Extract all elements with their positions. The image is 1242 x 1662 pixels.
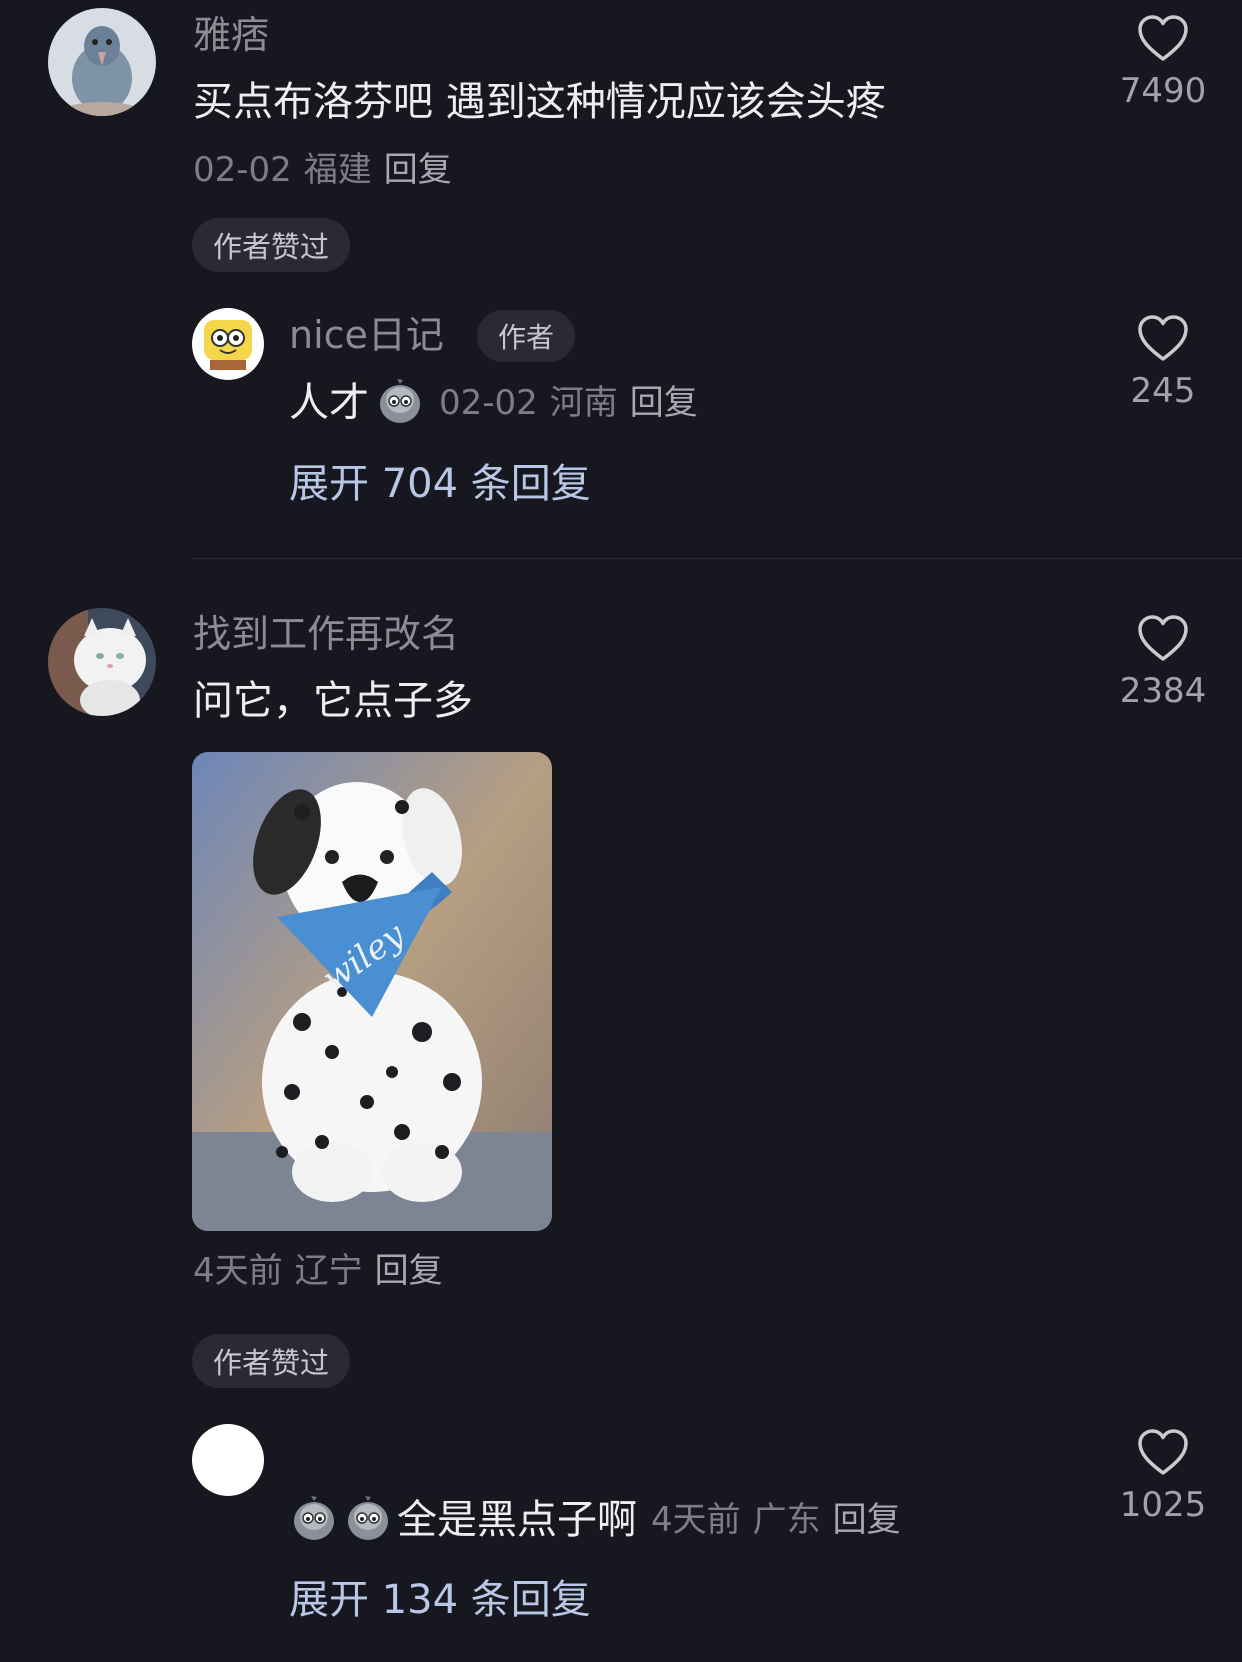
like-button[interactable]: 245: [1103, 314, 1223, 408]
avatar-yapi[interactable]: [48, 8, 156, 116]
sub-reply-content: 人才: [289, 380, 369, 426]
heart-outline-icon: [1138, 615, 1188, 661]
reply-button[interactable]: 回复: [630, 383, 698, 423]
comment-content: 买点布洛芬吧 遇到这种情况应该会头疼: [193, 79, 886, 125]
sub-reply-location: 河南: [549, 383, 618, 423]
sub-reply-username[interactable]: nice日记: [289, 316, 444, 354]
heart-outline-icon: [1138, 315, 1188, 361]
comment-location: 福建: [303, 150, 372, 190]
author-tag: 作者: [477, 310, 575, 362]
avatar-find-job[interactable]: [48, 608, 156, 716]
sub-reply-line: 人才 02-02 河南 回复: [289, 376, 710, 430]
sub-reply-meta: 02-02 河南 回复: [439, 386, 710, 420]
pigeon-emoji: [343, 1493, 393, 1547]
comment-location: 辽宁: [294, 1251, 363, 1291]
heart-outline-icon: [1138, 1429, 1188, 1475]
comment-divider: [192, 558, 1242, 559]
expand-replies-link[interactable]: 展开 134 条回复: [289, 1580, 591, 1620]
reply-button[interactable]: 回复: [375, 1251, 443, 1291]
sub-reply-content: 全是黑点子啊: [397, 1497, 637, 1543]
comment-username[interactable]: 找到工作再改名: [193, 615, 459, 653]
like-count: 2384: [1119, 671, 1207, 711]
comment-date: 02-02: [193, 150, 292, 190]
like-button[interactable]: 1025: [1103, 1428, 1223, 1522]
like-count: 7490: [1119, 71, 1207, 111]
reply-button[interactable]: 回复: [833, 1500, 901, 1540]
sub-reply-meta: 4天前 广东 回复: [651, 1503, 913, 1537]
like-button[interactable]: 7490: [1103, 14, 1223, 108]
comment-image-dalmatian[interactable]: wiley: [192, 752, 552, 1231]
like-button[interactable]: 2384: [1103, 614, 1223, 708]
sub-reply-line: 全是黑点子啊 4天前 广东 回复: [289, 1492, 913, 1548]
comment-date: 4天前: [193, 1251, 283, 1291]
avatar-nice-diary[interactable]: [192, 308, 264, 380]
comment-meta: 4天前 辽宁 回复: [193, 1254, 455, 1288]
sub-reply-location: 广东: [752, 1500, 821, 1540]
avatar-blank-user[interactable]: [192, 1424, 264, 1496]
author-liked-badge: 作者赞过: [192, 218, 350, 272]
pigeon-emoji: [289, 1493, 339, 1547]
comment-username[interactable]: 雅痞: [193, 16, 269, 54]
author-liked-badge: 作者赞过: [192, 1334, 350, 1388]
sub-reply-date: 02-02: [439, 383, 538, 423]
like-count: 245: [1130, 371, 1196, 411]
pigeon-emoji: [375, 376, 425, 430]
heart-outline-icon: [1138, 15, 1188, 61]
reply-button[interactable]: 回复: [384, 150, 452, 190]
like-count: 1025: [1119, 1485, 1207, 1525]
comment-content: 问它，它点子多: [193, 678, 473, 724]
sub-reply-date: 4天前: [651, 1500, 741, 1540]
comment-meta: 02-02 福建 回复: [193, 153, 464, 187]
expand-replies-link[interactable]: 展开 704 条回复: [289, 464, 591, 504]
